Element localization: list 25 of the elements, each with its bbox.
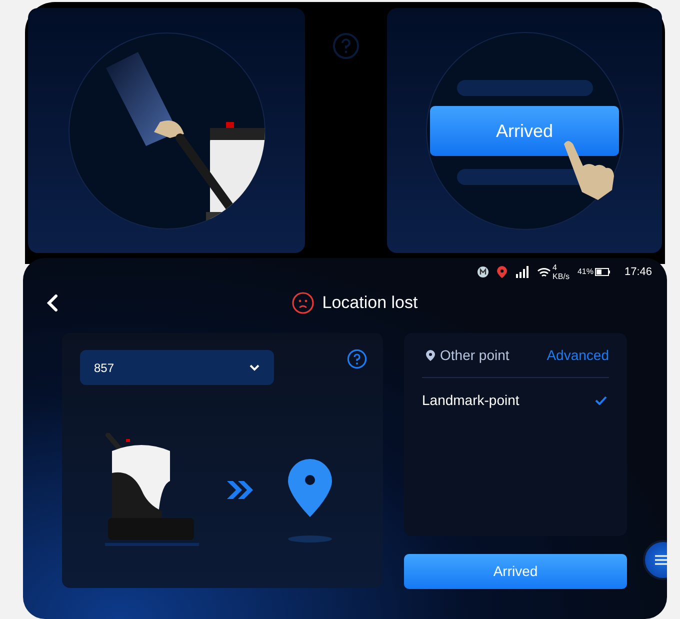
help-icon[interactable] <box>347 349 367 369</box>
menu-icon <box>655 554 667 566</box>
checkmark-icon <box>595 396 607 404</box>
advanced-link[interactable]: Advanced <box>546 344 609 366</box>
point-item[interactable]: Landmark-point <box>422 378 609 422</box>
points-heading: Other point <box>440 346 510 365</box>
chevron-down-icon <box>249 364 260 371</box>
wifi-icon <box>536 266 551 278</box>
battery-percent: 41% <box>577 266 594 278</box>
signal-icon <box>514 266 529 278</box>
location-pin-icon <box>496 266 507 278</box>
back-icon <box>46 294 58 312</box>
status-app-icon <box>476 266 489 278</box>
map-select[interactable]: 857 <box>80 350 274 385</box>
status-time: 17:46 <box>624 264 652 280</box>
sad-face-icon <box>292 292 314 314</box>
network-speed: 4 <box>552 263 558 272</box>
battery-icon <box>595 268 610 276</box>
location-pin-icon <box>287 458 333 544</box>
network-speed-unit: KB/s <box>552 272 570 281</box>
page-title: Location lost <box>322 292 418 314</box>
help-icon <box>332 32 360 60</box>
location-pin-icon <box>426 350 435 360</box>
double-chevron-icon <box>225 479 255 501</box>
arrived-button-illustration: Arrived <box>430 106 619 156</box>
